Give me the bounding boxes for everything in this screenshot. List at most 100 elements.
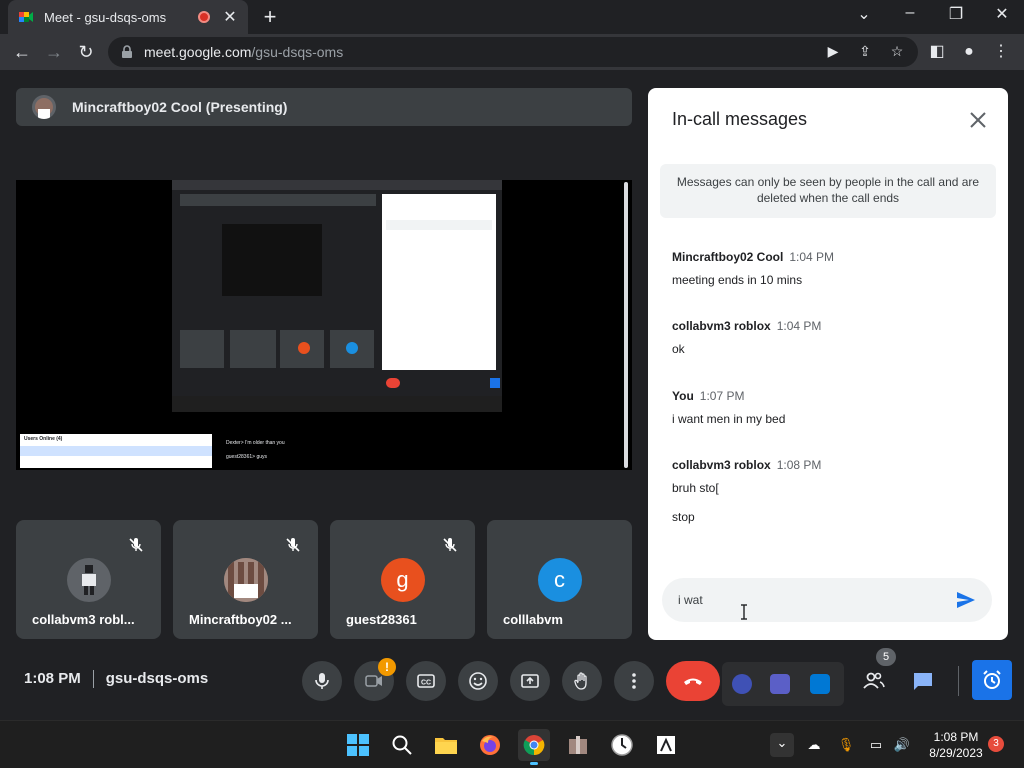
message-text: i want men in my bed	[672, 412, 786, 426]
firefox-button[interactable]	[474, 729, 506, 761]
minimize-button[interactable]: –	[898, 4, 922, 22]
raise-hand-button[interactable]	[562, 661, 602, 701]
shared-screen[interactable]: Users Online (4) Dexter> I'm older than …	[16, 180, 632, 470]
side-panel-icon[interactable]: ◧	[926, 41, 948, 63]
file-explorer-button[interactable]	[430, 729, 462, 761]
tab-title: Meet - gsu-dsqs-oms	[44, 9, 167, 25]
mic-off-icon	[286, 538, 300, 552]
present-screen-button[interactable]	[510, 661, 550, 701]
message-time: 1:04 PM	[776, 319, 822, 333]
cloud-off-icon[interactable]: ☁	[804, 735, 824, 755]
svg-text:CC: CC	[421, 680, 431, 687]
chrome-button[interactable]	[518, 729, 550, 765]
in-call-messages-panel: In-call messages Messages can only be se…	[648, 88, 1008, 640]
defender-icon[interactable]	[810, 674, 830, 694]
url-text: meet.google.com/gsu-dsqs-oms	[144, 44, 344, 60]
store-app-button[interactable]	[650, 729, 682, 761]
message-text: bruh sto[	[672, 481, 719, 495]
folder-icon	[435, 738, 457, 754]
address-bar[interactable]: meet.google.com/gsu-dsqs-oms	[108, 37, 918, 67]
chrome-icon	[523, 735, 545, 756]
people-icon	[863, 672, 885, 689]
message-sender: You	[672, 389, 694, 403]
clock-date: 8/29/2023	[929, 746, 983, 760]
send-icon[interactable]	[954, 588, 978, 612]
lock-icon	[122, 45, 132, 58]
new-tab-button[interactable]: +	[260, 4, 280, 30]
tab-search-icon[interactable]: ⌄	[852, 4, 876, 24]
tab-close-icon[interactable]: ✕	[222, 7, 238, 27]
participant-tile[interactable]: collabvm3 robl...	[16, 520, 161, 639]
alarm-icon	[983, 670, 1001, 689]
bookmark-star-icon[interactable]: ☆	[886, 40, 908, 62]
toolbar-divider	[958, 666, 959, 696]
search-button[interactable]	[386, 729, 418, 761]
teams-icon[interactable]	[770, 674, 790, 694]
vm-chat-log: Dexter> I'm older than you guest28361> g…	[226, 440, 285, 460]
system-clock[interactable]: 1:08 PM 8/29/2023	[918, 729, 994, 761]
chat-button[interactable]	[905, 663, 941, 699]
participant-tile[interactable]: g guest28361	[330, 520, 475, 639]
message-time: 1:04 PM	[789, 250, 835, 264]
presenter-bar: Mincraftboy02 Cool (Presenting)	[16, 88, 632, 126]
participant-name: collabvm3 robl...	[32, 612, 135, 627]
screen-scrollbar[interactable]	[624, 182, 628, 468]
chat-message: collabvm3 roblox 1:04 PM ok	[672, 317, 992, 356]
show-hidden-icons-button[interactable]: ⌄	[770, 733, 794, 757]
search-icon	[392, 735, 412, 755]
chat-notice: Messages can only be seen by people in t…	[660, 164, 996, 218]
share-icon[interactable]: ⇪	[854, 40, 876, 62]
close-icon[interactable]	[966, 108, 990, 132]
clock-app-icon	[611, 734, 633, 756]
camera-warning-badge: !	[378, 658, 396, 676]
present-screen-icon	[521, 674, 539, 688]
package-icon	[569, 736, 587, 754]
network-icon[interactable]: ▭	[866, 735, 886, 755]
message-sender: collabvm3 roblox	[672, 319, 771, 333]
meet-control-bar: 1:08 PM gsu-dsqs-oms ! CC 5	[0, 648, 1024, 720]
close-window-button[interactable]: ✕	[990, 4, 1014, 24]
camera-in-use-icon[interactable]: ▶	[822, 40, 844, 62]
message-time: 1:08 PM	[776, 458, 822, 472]
activities-button[interactable]	[972, 660, 1012, 700]
clock-app-button[interactable]	[606, 729, 638, 761]
app-icon[interactable]	[732, 674, 752, 694]
chat-title: In-call messages	[672, 109, 808, 129]
participant-name: guest28361	[346, 612, 417, 627]
package-app-button[interactable]	[562, 729, 594, 761]
windows-taskbar: ⌄ ☁ 🎙 ▭ 🔊 1:08 PM 8/29/2023 3	[0, 720, 1024, 768]
microphone-in-use-icon[interactable]: 🎙	[836, 735, 856, 755]
leave-call-button[interactable]	[666, 661, 720, 701]
people-button[interactable]	[856, 663, 892, 699]
reload-button[interactable]: ↻	[74, 40, 98, 64]
participant-tile[interactable]: c colllabvm	[487, 520, 632, 639]
chat-message: You 1:07 PM i want men in my bed	[672, 387, 992, 426]
chat-message: Mincraftboy02 Cool 1:04 PM meeting ends i…	[672, 248, 992, 287]
forward-button[interactable]: →	[42, 40, 66, 64]
text-cursor-icon	[741, 604, 747, 620]
participant-avatar: c	[537, 558, 582, 602]
participant-avatar	[66, 558, 111, 602]
browser-tab[interactable]: Meet - gsu-dsqs-oms ✕	[8, 0, 248, 34]
message-input[interactable]	[678, 593, 954, 607]
message-sender: Mincraftboy02 Cool	[672, 250, 784, 264]
participant-tile[interactable]: Mincraftboy02 ...	[173, 520, 318, 639]
message-composer	[662, 578, 992, 622]
start-button[interactable]	[342, 729, 374, 761]
more-options-button[interactable]	[614, 661, 654, 701]
microphone-button[interactable]	[302, 661, 342, 701]
store-icon	[657, 736, 675, 754]
notification-badge[interactable]: 3	[988, 736, 1004, 752]
hang-up-icon	[684, 678, 702, 685]
menu-kebab-icon[interactable]: ⋮	[990, 41, 1012, 63]
mic-off-icon	[129, 538, 143, 552]
meeting-code: gsu-dsqs-oms	[105, 670, 209, 687]
reactions-button[interactable]	[458, 661, 498, 701]
profile-icon[interactable]: ●	[958, 41, 980, 63]
back-button[interactable]: ←	[10, 40, 34, 64]
captions-button[interactable]: CC	[406, 661, 446, 701]
meeting-info: 1:08 PM gsu-dsqs-oms	[24, 670, 209, 689]
restore-button[interactable]: ❐	[944, 4, 968, 24]
shared-screen-content	[172, 180, 502, 412]
volume-icon[interactable]: 🔊	[892, 735, 912, 755]
